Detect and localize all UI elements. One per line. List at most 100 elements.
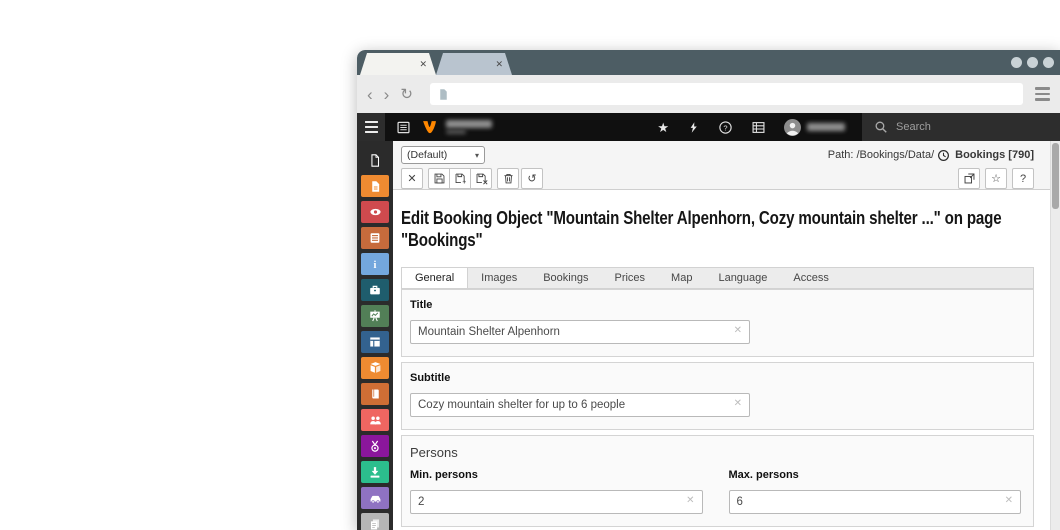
tab-bookings[interactable]: Bookings [530, 268, 601, 288]
persons-section-label: Persons [410, 445, 458, 460]
module-web-page-icon[interactable] [361, 175, 389, 197]
forward-icon[interactable]: › [384, 86, 390, 103]
scrollbar-thumb[interactable] [1052, 143, 1059, 209]
module-web-view-icon[interactable] [361, 201, 389, 223]
browser-toolbar: ‹ › ↻ [357, 75, 1060, 113]
window-control-icon[interactable] [1011, 57, 1022, 68]
undo-history-button[interactable]: ↺ [521, 168, 543, 189]
svg-text:+: + [462, 179, 466, 185]
tab-language[interactable]: Language [705, 268, 780, 288]
tab-general[interactable]: General [402, 268, 469, 288]
docheader-help-button[interactable]: ? [1012, 168, 1034, 189]
clear-field-icon[interactable]: ✕ [734, 326, 742, 336]
min-persons-label: Min. persons [410, 469, 478, 481]
module-web-list-icon[interactable] [361, 227, 389, 249]
module-page-tree-icon[interactable] [361, 149, 389, 171]
save-and-new-button[interactable]: + [449, 168, 471, 189]
max-persons-input[interactable] [728, 490, 1021, 514]
tab-prices[interactable]: Prices [601, 268, 658, 288]
svg-text:i: i [374, 260, 377, 271]
window-control-icon[interactable] [1027, 57, 1038, 68]
module-reports-icon[interactable] [361, 305, 389, 327]
save-icon [434, 173, 444, 184]
breadcrumb: Path: /Bookings/Data/ Bookings [790] [828, 149, 1034, 162]
back-icon[interactable]: ‹ [367, 86, 373, 103]
reload-icon[interactable]: ↻ [400, 87, 413, 102]
doc-list-icon[interactable] [396, 120, 411, 135]
help-glyph: ? [1019, 172, 1027, 185]
module-pages-copy-icon[interactable] [361, 513, 389, 530]
help-icon[interactable]: ? [709, 113, 742, 141]
form-tabs: General Images Bookings Prices Map Langu… [401, 267, 1034, 289]
favicon-page-icon [440, 88, 447, 100]
typo3-logo-icon[interactable] [422, 120, 437, 135]
clear-field-icon[interactable]: ✕ [1005, 496, 1013, 506]
browser-tab-inactive[interactable]: ✕ [436, 53, 512, 75]
min-persons-input[interactable] [410, 490, 703, 514]
chevron-down-icon: ▾ [474, 150, 479, 160]
content-area: (Default) ▾ Path: /Bookings/Data/ Bookin… [393, 141, 1060, 530]
search-input[interactable] [896, 121, 1016, 133]
save-close-icon [476, 173, 488, 185]
window-controls [1011, 57, 1054, 68]
path-text: Path: /Bookings/Data/ [827, 149, 935, 161]
clear-field-icon[interactable]: ✕ [686, 496, 694, 506]
module-sidebar: i [357, 141, 393, 530]
save-new-icon: + [455, 173, 466, 185]
clear-field-icon[interactable]: ✕ [734, 399, 742, 409]
module-web-info-icon[interactable]: i [361, 253, 389, 275]
persons-fieldset: Persons Min. persons ✕ Max. persons [401, 435, 1034, 527]
bookmark-button[interactable]: ☆ [985, 168, 1007, 189]
avatar [784, 118, 801, 136]
user-menu[interactable] [775, 113, 854, 141]
subtitle-label: Subtitle [410, 372, 451, 384]
module-badges-icon[interactable] [361, 435, 389, 457]
window-control-icon[interactable] [1043, 57, 1054, 68]
tab-images[interactable]: Images [468, 268, 530, 288]
module-extensions-icon[interactable] [361, 357, 389, 379]
max-persons-label: Max. persons [728, 469, 799, 481]
star-outline-icon: ☆ [991, 173, 1001, 185]
module-import-export-icon[interactable] [361, 461, 389, 483]
delete-button[interactable] [497, 168, 519, 189]
workspace-select-value: (Default) [407, 149, 448, 161]
module-template-icon[interactable] [361, 331, 389, 353]
svg-text:?: ? [723, 123, 727, 132]
save-button[interactable] [428, 168, 450, 189]
modules-grid-icon[interactable] [742, 113, 775, 141]
typo3-topbar: ★ ? [357, 113, 1060, 141]
browser-window: ✕ ✕ ‹ › ↻ ★ ? Search i (Default) ▾ Path:… [357, 50, 1060, 530]
workspace-select[interactable]: (Default) ▾ [401, 146, 485, 164]
module-backend-users-icon[interactable] [361, 409, 389, 431]
search-icon [875, 121, 887, 133]
site-name-redacted [446, 120, 492, 134]
tab-map[interactable]: Map [658, 268, 705, 288]
browser-tab-active[interactable]: ✕ [360, 53, 436, 75]
open-new-window-icon [964, 173, 974, 184]
view-webpage-button[interactable] [958, 168, 980, 189]
tab-close-icon[interactable]: ✕ [495, 60, 503, 69]
save-and-close-button[interactable] [470, 168, 492, 189]
subtitle-fieldset: Subtitle ✕ [401, 362, 1034, 430]
title-fieldset: Title ✕ [401, 289, 1034, 357]
subtitle-input[interactable] [410, 393, 750, 417]
module-documentation-icon[interactable] [361, 383, 389, 405]
close-icon: ✕ [407, 173, 417, 185]
title-input[interactable] [410, 320, 750, 344]
record-title[interactable]: Bookings [790] [955, 149, 1034, 161]
address-bar[interactable] [429, 83, 1023, 105]
bookmark-star-icon[interactable]: ★ [648, 113, 678, 141]
browser-menu-icon[interactable] [1035, 87, 1050, 101]
tab-access[interactable]: Access [780, 268, 841, 288]
module-web-functions-icon[interactable] [361, 279, 389, 301]
trash-icon [503, 173, 513, 184]
record-clock-icon [938, 149, 950, 161]
topbar-search[interactable] [862, 113, 1060, 141]
close-button[interactable]: ✕ [401, 168, 423, 189]
content-scrollbar[interactable] [1050, 141, 1060, 530]
page-title: Edit Booking Object "Mountain Shelter Al… [401, 208, 1002, 250]
module-menu-toggle-icon[interactable] [357, 113, 385, 141]
flush-cache-bolt-icon[interactable] [678, 113, 709, 141]
tab-close-icon[interactable]: ✕ [419, 60, 427, 69]
module-transport-icon[interactable] [361, 487, 389, 509]
